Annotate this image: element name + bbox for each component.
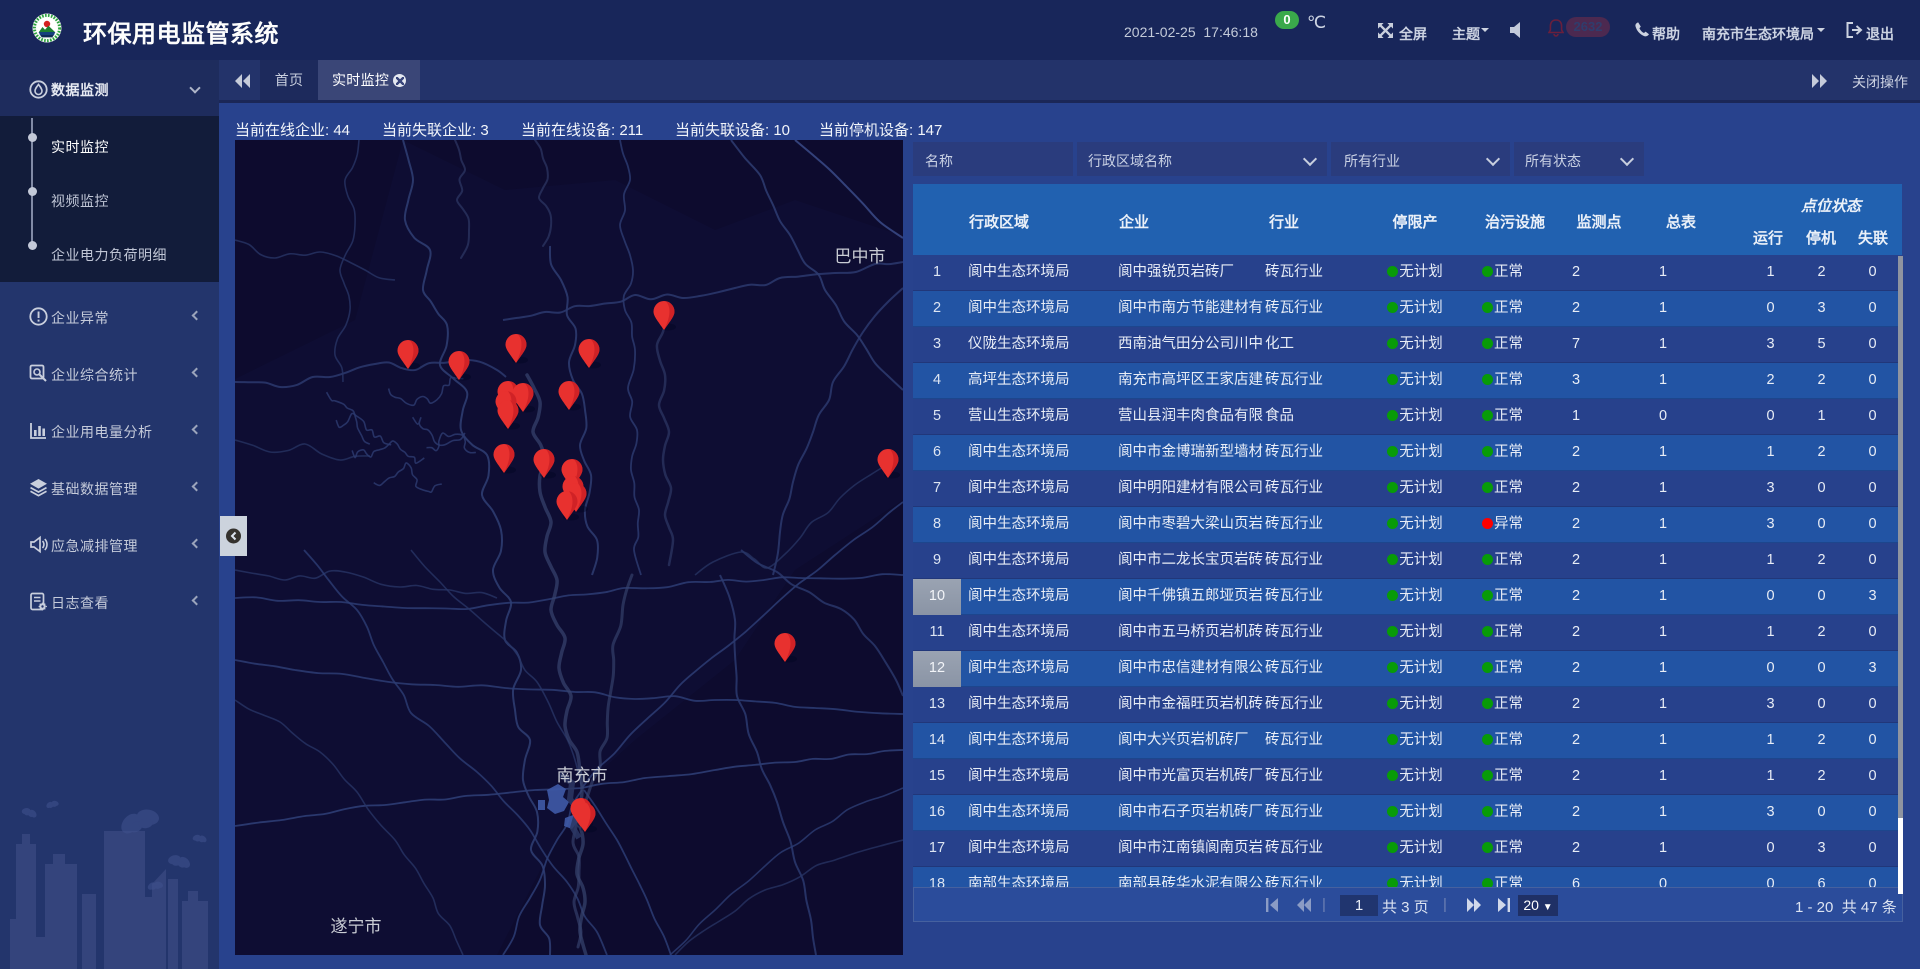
svg-text:南充市: 南充市 [557,766,608,785]
svg-text:遂宁市: 遂宁市 [331,917,382,936]
svg-text:巴中市: 巴中市 [835,247,886,266]
